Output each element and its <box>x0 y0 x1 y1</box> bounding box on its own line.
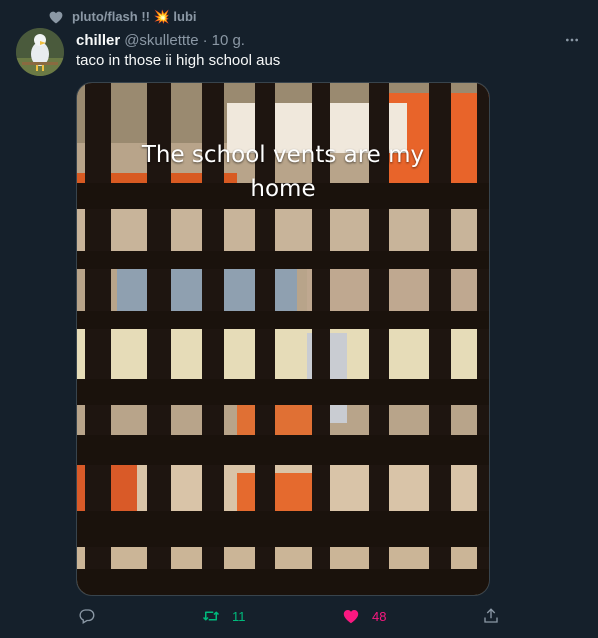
timestamp[interactable]: 10 g. <box>212 32 245 49</box>
like-button[interactable]: 48 <box>342 604 386 628</box>
avatar[interactable] <box>16 28 64 76</box>
display-name[interactable]: chiller <box>76 32 120 49</box>
heart-filled-icon <box>343 610 359 624</box>
share-button[interactable] <box>482 604 500 628</box>
reply-button[interactable] <box>78 604 108 628</box>
more-button[interactable] <box>562 30 582 50</box>
social-context-label: pluto/flash !! 💥 lubi <box>72 9 197 24</box>
reply-icon <box>79 609 95 624</box>
more-dots-icon <box>566 38 578 42</box>
retweet-icon <box>202 611 220 621</box>
tweet-media[interactable]: The school vents are my home <box>76 82 490 596</box>
separator: · <box>202 31 208 49</box>
media-caption: The school vents are my home <box>141 142 425 202</box>
social-context[interactable]: pluto/flash !! 💥 lubi <box>48 8 197 26</box>
heart-icon <box>49 11 63 24</box>
handle[interactable]: @skullettte <box>124 32 198 49</box>
tweet-header: chiller @skullettte · 10 g. <box>76 30 582 50</box>
share-icon <box>484 608 498 623</box>
retweet-count: 11 <box>232 608 246 624</box>
action-bar: 11 48 <box>76 604 506 628</box>
like-count: 48 <box>372 608 387 624</box>
avatar-image <box>16 28 64 76</box>
retweet-button[interactable]: 11 <box>202 604 246 628</box>
tweet-text: taco in those ii high school aus <box>76 52 281 69</box>
